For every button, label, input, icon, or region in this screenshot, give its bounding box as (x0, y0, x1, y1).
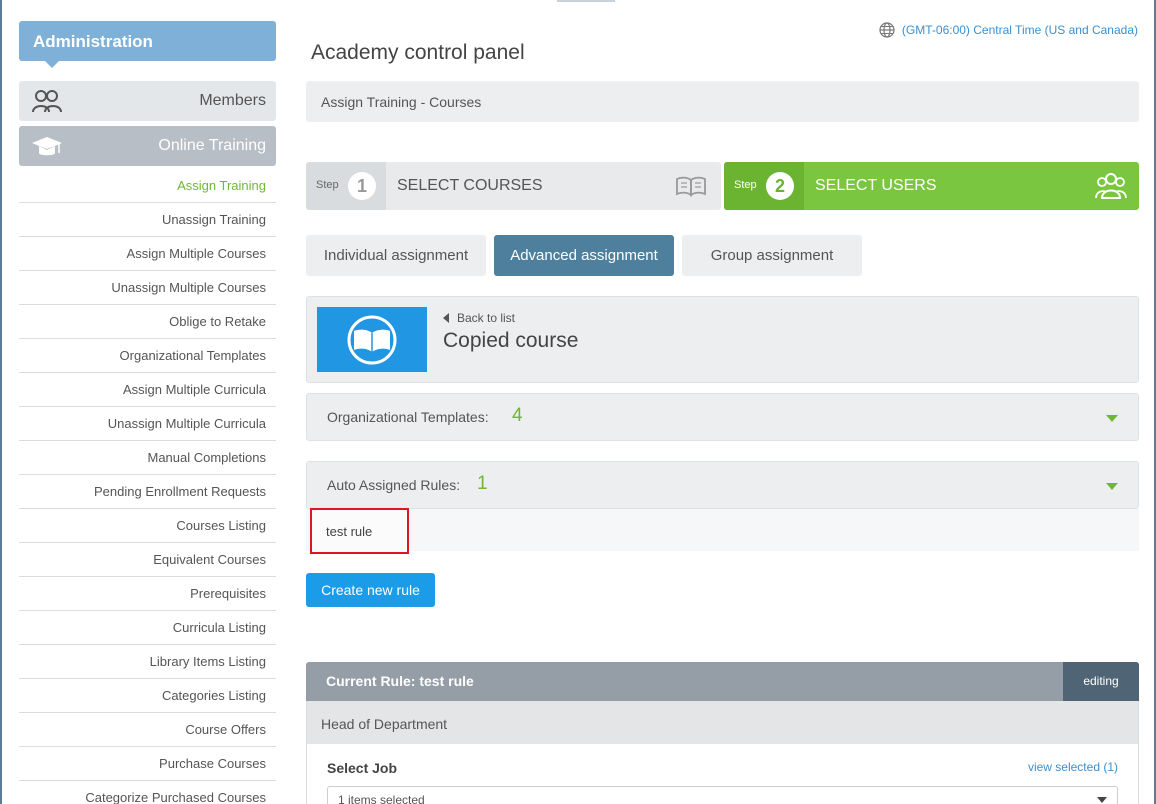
create-new-rule-button[interactable]: Create new rule (306, 573, 435, 607)
open-book-icon (347, 315, 397, 364)
tab-advanced-assignment[interactable]: Advanced assignment (494, 235, 674, 276)
current-rule-title: Current Rule: test rule (326, 673, 474, 689)
step2-word: Step (734, 179, 757, 191)
back-to-list-label: Back to list (457, 311, 516, 325)
auto-assigned-rules-panel[interactable]: Auto Assigned Rules: 1 (306, 461, 1139, 509)
step2-label: SELECT USERS (815, 177, 937, 194)
view-selected-link[interactable]: view selected (1) (1028, 760, 1118, 774)
auto-rules-label: Auto Assigned Rules: (327, 477, 461, 493)
sidebar-item-prerequisites[interactable]: Prerequisites (19, 577, 276, 611)
sidebar-item-assign-multiple-curricula[interactable]: Assign Multiple Curricula (19, 373, 276, 407)
timezone-label: (GMT-06:00) Central Time (US and Canada) (901, 23, 1138, 37)
chevron-down-icon[interactable] (1106, 483, 1118, 490)
book-icon (676, 176, 706, 197)
sidebar-item-manual-completions[interactable]: Manual Completions (19, 441, 276, 475)
globe-icon (879, 22, 895, 38)
sidebar-item-assign-multiple-courses[interactable]: Assign Multiple Courses (19, 237, 276, 271)
org-templates-label: Organizational Templates: (327, 409, 489, 425)
step-select-courses[interactable]: Step 1 SELECT COURSES (306, 162, 721, 210)
current-rule-header: Current Rule: test rule editing (306, 662, 1139, 701)
breadcrumb: Assign Training - Courses (306, 81, 1139, 122)
sidebar-item-curricula-listing[interactable]: Curricula Listing (19, 611, 276, 645)
sidebar-item-unassign-multiple-courses[interactable]: Unassign Multiple Courses (19, 271, 276, 305)
org-templates-count: 4 (512, 405, 523, 426)
rule-list-row (306, 509, 1139, 551)
step2-number-area: Step 2 (724, 162, 804, 210)
sidebar-item-categories-listing[interactable]: Categories Listing (19, 679, 276, 713)
job-select-dropdown[interactable]: 1 items selected (327, 786, 1118, 804)
editing-status-badge: editing (1063, 662, 1139, 701)
chevron-down-icon[interactable] (1106, 415, 1118, 422)
back-to-list-link[interactable]: Back to list (443, 311, 515, 325)
sidebar-item-organizational-templates[interactable]: Organizational Templates (19, 339, 276, 373)
sidebar-members-button[interactable]: Members (19, 81, 276, 121)
head-of-department-section: Head of Department (306, 701, 1139, 744)
step2-number: 2 (766, 172, 794, 200)
wizard-steps: Step 1 SELECT COURSES Step 2 SELECT USER… (306, 162, 1139, 210)
window-border-left (0, 0, 2, 804)
rule-item-test-rule[interactable]: test rule (310, 508, 409, 554)
job-select-value: 1 items selected (338, 793, 425, 804)
sidebar-training-menu: Assign Training Unassign Training Assign… (19, 169, 276, 804)
sidebar-item-oblige-to-retake[interactable]: Oblige to Retake (19, 305, 276, 339)
timezone-link[interactable]: (GMT-06:00) Central Time (US and Canada) (879, 22, 1138, 38)
step1-number-area: Step 1 (306, 162, 386, 210)
step-select-users[interactable]: Step 2 SELECT USERS (724, 162, 1139, 210)
sidebar-header-administration: Administration (19, 21, 276, 68)
graduation-cap-icon (32, 137, 62, 156)
sidebar-item-assign-training[interactable]: Assign Training (19, 169, 276, 203)
tab-group-assignment[interactable]: Group assignment (682, 235, 862, 276)
page-title: Academy control panel (311, 41, 525, 64)
sidebar-item-course-offers[interactable]: Course Offers (19, 713, 276, 747)
auto-rules-count: 1 (477, 473, 488, 494)
users-group-icon (1095, 173, 1127, 199)
step1-number: 1 (348, 172, 376, 200)
step1-label: SELECT COURSES (397, 177, 543, 194)
sidebar-item-courses-listing[interactable]: Courses Listing (19, 509, 276, 543)
organizational-templates-panel[interactable]: Organizational Templates: 4 (306, 393, 1139, 441)
sidebar-item-purchase-courses[interactable]: Purchase Courses (19, 747, 276, 781)
sidebar-online-training-button[interactable]: Online Training (19, 126, 276, 166)
sidebar-members-label: Members (199, 92, 266, 109)
step1-word: Step (316, 179, 339, 191)
select-job-label: Select Job (327, 760, 398, 776)
sidebar-item-library-items-listing[interactable]: Library Items Listing (19, 645, 276, 679)
tab-individual-assignment[interactable]: Individual assignment (306, 235, 486, 276)
top-indicator (557, 0, 615, 2)
sidebar-online-training-label: Online Training (158, 137, 266, 154)
sidebar: Administration Members Online Training A… (19, 21, 276, 804)
sidebar-item-unassign-training[interactable]: Unassign Training (19, 203, 276, 237)
sidebar-item-categorize-purchased-courses[interactable]: Categorize Purchased Courses (19, 781, 276, 804)
sidebar-item-equivalent-courses[interactable]: Equivalent Courses (19, 543, 276, 577)
course-thumbnail (317, 307, 427, 372)
selected-course-card: Back to list Copied course (306, 296, 1139, 383)
members-icon (32, 90, 62, 113)
course-name: Copied course (443, 329, 579, 352)
back-arrow-icon (443, 313, 449, 323)
sidebar-item-unassign-multiple-curricula[interactable]: Unassign Multiple Curricula (19, 407, 276, 441)
sidebar-item-pending-enrollment-requests[interactable]: Pending Enrollment Requests (19, 475, 276, 509)
current-rule-body: Select Job view selected (1) 1 items sel… (306, 744, 1139, 804)
dropdown-arrow-icon (1097, 797, 1107, 803)
